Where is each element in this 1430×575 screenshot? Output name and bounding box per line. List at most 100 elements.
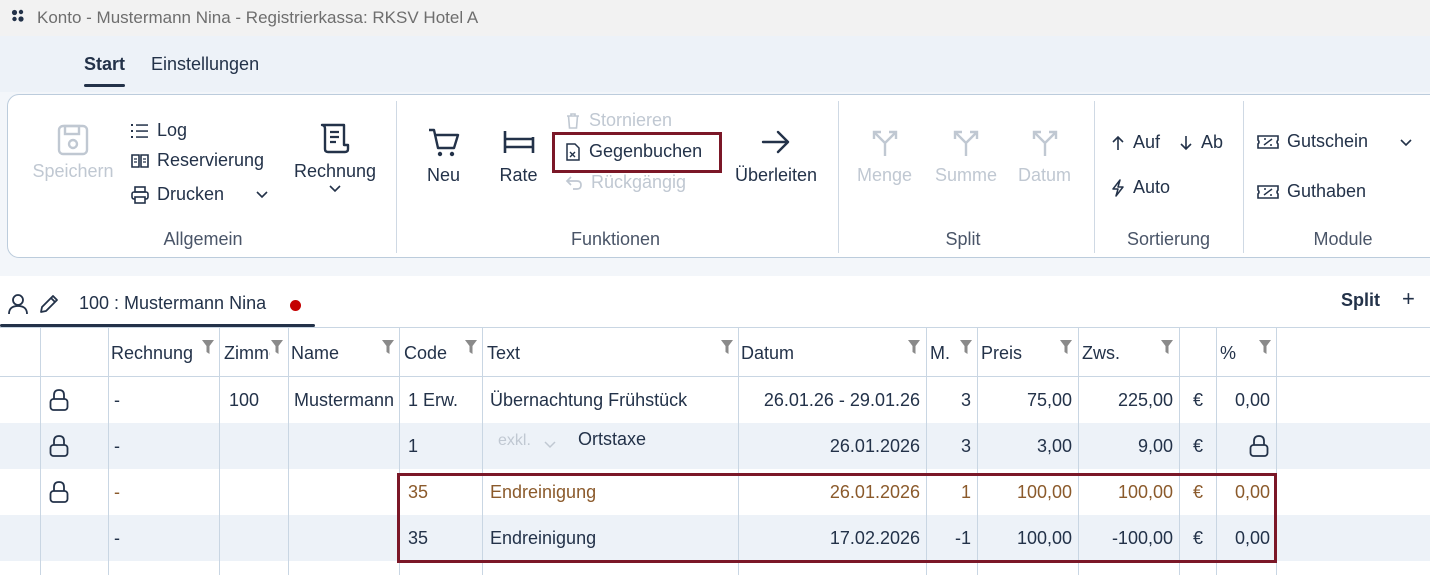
summe-button[interactable]: Summe — [931, 125, 1001, 186]
ribbon: Speichern Log Reservierung Drucken Rechn… — [7, 94, 1430, 258]
cell-preis: 3,00 — [1036, 436, 1072, 456]
cell-menge: 3 — [960, 436, 971, 456]
tax-mode-select[interactable]: exkl. — [498, 432, 531, 450]
neu-label: Neu — [426, 165, 461, 185]
add-tab-button[interactable]: + — [1402, 286, 1415, 312]
rate-button[interactable]: Rate — [491, 125, 546, 186]
scroll-icon — [320, 123, 350, 154]
col-header-preis[interactable]: Preis — [981, 343, 1056, 364]
rechnung-label: Rechnung — [293, 161, 377, 181]
speichern-button[interactable]: Speichern — [28, 123, 118, 182]
ueberleiten-button[interactable]: Überleiten — [726, 125, 826, 186]
save-icon — [57, 124, 89, 156]
ribbon-separator — [1094, 101, 1095, 253]
drucken-button[interactable]: Drucken — [131, 184, 224, 205]
gegenbuchung-highlight — [397, 473, 1277, 563]
sort-ab-button[interactable]: Ab — [1179, 132, 1223, 153]
guthaben-button[interactable]: Guthaben — [1257, 181, 1366, 202]
gegenbuchen-highlight — [552, 132, 722, 173]
menu-bar: Start Einstellungen — [0, 36, 1430, 92]
cart-icon — [428, 128, 459, 157]
trash-icon — [567, 113, 579, 129]
filter-icon[interactable] — [908, 340, 920, 354]
filter-icon[interactable] — [382, 340, 394, 354]
stornieren-label: Stornieren — [589, 110, 673, 130]
sort-auto-button[interactable]: Auto — [1111, 177, 1170, 198]
filter-icon[interactable] — [1060, 340, 1072, 354]
pencil-icon[interactable] — [38, 293, 60, 315]
rechnung-button[interactable]: Rechnung — [290, 121, 380, 194]
sort-auf-label: Auf — [1133, 132, 1161, 152]
column-divider — [108, 328, 109, 575]
col-header-code[interactable]: Code — [404, 343, 464, 364]
filter-icon[interactable] — [271, 340, 283, 354]
gutschein-dropdown-chevron-icon[interactable] — [1399, 138, 1413, 148]
menge-button[interactable]: Menge — [853, 125, 916, 186]
cell-zws: 225,00 — [1117, 390, 1173, 410]
cell-prozent: 0,00 — [1234, 390, 1270, 410]
group-label-module: Module — [1313, 229, 1373, 249]
col-header-menge[interactable]: M. — [930, 343, 958, 364]
lightning-icon — [1112, 178, 1124, 197]
datum-button[interactable]: Datum — [1012, 125, 1077, 186]
cell-waehrung: € — [1193, 390, 1204, 410]
account-tab[interactable]: 100 : Mustermann Nina — [0, 276, 315, 327]
cell-rechnung: - — [114, 436, 120, 456]
sort-auf-button[interactable]: Auf — [1111, 132, 1160, 153]
bed-icon — [503, 131, 534, 153]
speichern-label: Speichern — [32, 161, 114, 181]
summe-label: Summe — [934, 165, 997, 185]
ueberleiten-label: Überleiten — [734, 165, 818, 185]
filter-icon[interactable] — [721, 340, 733, 354]
ribbon-separator — [1243, 101, 1244, 253]
drucken-dropdown-chevron-icon[interactable] — [255, 190, 269, 200]
tax-mode-chevron-icon[interactable] — [544, 441, 556, 449]
lock-icon — [49, 481, 69, 503]
filter-icon[interactable] — [202, 340, 214, 354]
stornieren-button[interactable]: Stornieren — [565, 110, 672, 131]
split-link[interactable]: Split — [1341, 290, 1380, 311]
tab-start[interactable]: Start — [84, 54, 126, 87]
unsaved-indicator — [290, 300, 301, 311]
datum-label: Datum — [1017, 165, 1071, 185]
col-header-datum[interactable]: Datum — [741, 343, 901, 364]
ticket-icon — [1257, 184, 1279, 199]
cell-name: Mustermann — [294, 390, 395, 410]
col-header-rechnung[interactable]: Rechnung — [111, 343, 199, 364]
menge-label: Menge — [856, 165, 913, 185]
cell-menge: 3 — [960, 390, 971, 410]
cell-zws: 9,00 — [1137, 436, 1173, 456]
cell-text: Ortstaxe — [578, 429, 647, 449]
app-logo-icon — [11, 9, 24, 22]
col-header-zws[interactable]: Zws. — [1082, 343, 1157, 364]
arrow-down-icon — [1180, 135, 1192, 150]
rueckgaengig-label: Rückgängig — [591, 172, 687, 192]
gutschein-button[interactable]: Gutschein — [1257, 131, 1368, 152]
log-button[interactable]: Log — [131, 120, 187, 141]
col-header-prozent[interactable]: % — [1220, 343, 1250, 364]
split-arrow-icon — [872, 130, 897, 156]
lock-icon — [1249, 435, 1269, 457]
neu-button[interactable]: Neu — [416, 125, 471, 186]
cell-code: 1 — [408, 436, 419, 456]
cell-waehrung: € — [1193, 436, 1204, 456]
bookings-table: Rechnung Zimmer Name Code Text Datum M. … — [0, 328, 1430, 575]
col-header-text[interactable]: Text — [487, 343, 707, 364]
filter-icon[interactable] — [1259, 340, 1271, 354]
sort-auto-label: Auto — [1133, 177, 1171, 197]
list-icon — [131, 123, 148, 138]
filter-icon[interactable] — [1161, 340, 1173, 354]
reservierung-button[interactable]: Reservierung — [131, 150, 264, 171]
guthaben-label: Guthaben — [1287, 181, 1367, 201]
split-arrow-icon — [953, 130, 979, 156]
rueckgaengig-button[interactable]: Rückgängig — [565, 172, 686, 193]
filter-icon[interactable] — [465, 340, 477, 354]
rate-label: Rate — [499, 165, 538, 185]
cell-rechnung: - — [114, 528, 120, 548]
rechnung-chevron-icon — [329, 185, 341, 193]
col-header-name[interactable]: Name — [291, 343, 379, 364]
column-divider — [219, 328, 220, 575]
col-header-zimmer[interactable]: Zimmer — [224, 343, 270, 364]
filter-icon[interactable] — [960, 340, 972, 354]
tab-einstellungen[interactable]: Einstellungen — [151, 54, 259, 75]
